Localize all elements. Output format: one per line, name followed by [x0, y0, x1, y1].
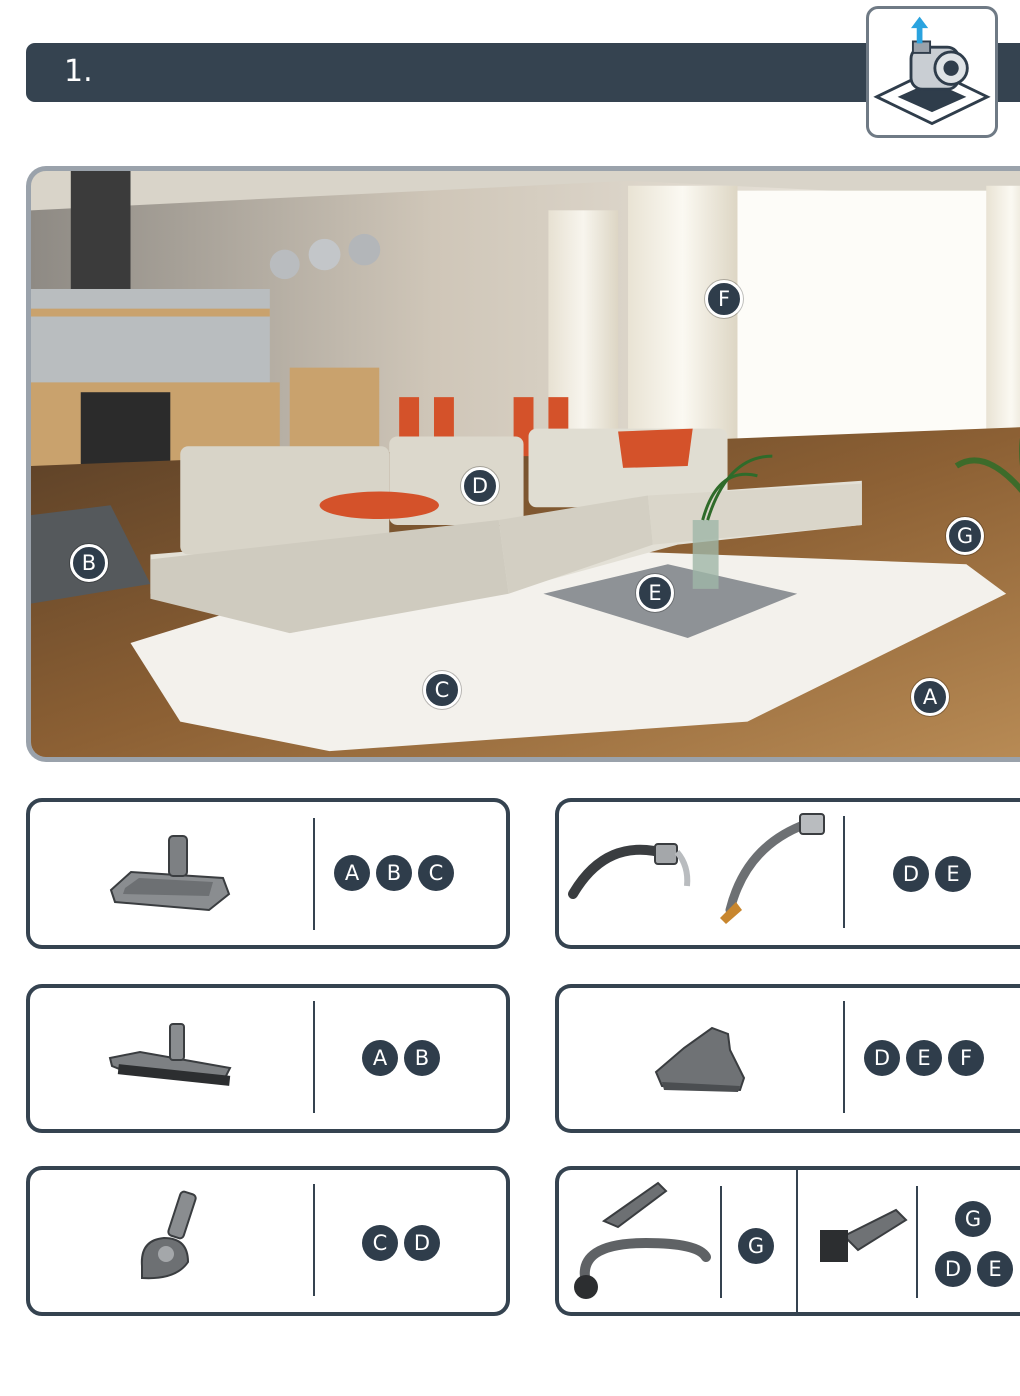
surface-badge: D: [864, 1040, 900, 1076]
parquet-brush-icon: [106, 1018, 236, 1094]
surface-badge: G: [738, 1228, 774, 1264]
room-label-c: C: [423, 671, 461, 709]
surface-badge: F: [948, 1040, 984, 1076]
room-label-f: F: [705, 280, 743, 318]
surface-badges: A B: [362, 1040, 440, 1076]
unboxing-icon: [866, 6, 998, 138]
room-illustration: [26, 166, 1020, 762]
surface-badges: A B C: [334, 855, 454, 891]
hose-icon: [567, 826, 697, 906]
crevice-tool-icon: [566, 1177, 716, 1307]
room-label-g: G: [946, 517, 984, 555]
turbo-brush-icon: [130, 1188, 210, 1288]
floor-nozzle-icon: [105, 828, 235, 920]
card-divider: [313, 818, 315, 930]
surface-badge: B: [376, 855, 412, 891]
surface-badge: C: [362, 1225, 398, 1261]
surface-badge: E: [977, 1251, 1013, 1287]
dusting-brush-icon: [814, 1206, 910, 1266]
room-label-b: B: [70, 544, 108, 582]
surface-badges: D E F: [864, 1040, 984, 1076]
surface-badges: C D: [362, 1225, 440, 1261]
surface-badge: A: [334, 855, 370, 891]
card-divider: [313, 1184, 315, 1296]
step-number: 1.: [64, 54, 93, 89]
card-divider: [843, 816, 845, 928]
surface-badges: D E: [935, 1251, 1013, 1287]
room-label-e: E: [636, 574, 674, 612]
surface-badge: E: [906, 1040, 942, 1076]
surface-badge: B: [404, 1040, 440, 1076]
card-divider: [843, 1001, 845, 1113]
surface-badge: C: [418, 855, 454, 891]
surface-badge: A: [362, 1040, 398, 1076]
surface-badges: G: [738, 1228, 774, 1264]
wand-icon: [706, 806, 836, 926]
card-divider: [720, 1186, 722, 1298]
card-divider: [916, 1186, 918, 1298]
room-label-d: D: [461, 467, 499, 505]
surface-badge: D: [404, 1225, 440, 1261]
surface-badge: E: [935, 856, 971, 892]
surface-badge: D: [893, 856, 929, 892]
surface-badge: D: [935, 1251, 971, 1287]
card-divider: [313, 1001, 315, 1113]
surface-badge: G: [955, 1201, 991, 1237]
upholstery-nozzle-icon: [652, 1020, 748, 1096]
card-divider: [796, 1170, 798, 1312]
surface-badges: D E: [893, 856, 971, 892]
room-label-a: A: [911, 678, 949, 716]
